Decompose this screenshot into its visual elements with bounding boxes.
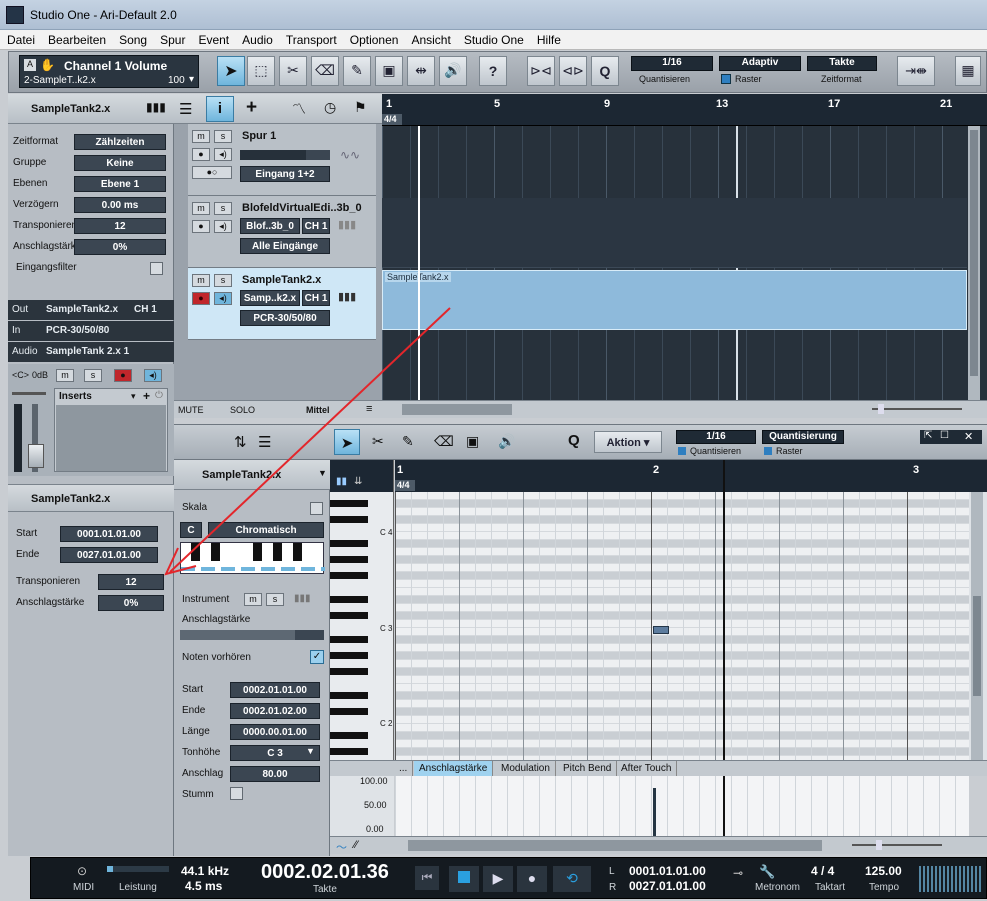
wrench-icon[interactable]: 🔧 [759, 864, 775, 880]
position-label: Takte [313, 884, 337, 895]
record-button[interactable]: ● [517, 866, 547, 892]
stop-button[interactable] [449, 866, 479, 892]
loop-left-label: L [609, 866, 615, 877]
annotation-arrow [164, 307, 451, 576]
latency: 4.5 ms [185, 879, 223, 893]
loop-right-label: R [609, 882, 617, 893]
loop-button[interactable]: ⟲ [553, 866, 591, 892]
rewind-button[interactable]: ⏮ [415, 866, 439, 890]
loop-left[interactable]: 0001.01.01.00 [629, 864, 706, 878]
position-display[interactable]: 0002.02.01.36 [261, 861, 389, 884]
output-meter [919, 866, 983, 892]
time-signature-label: Taktart [815, 882, 846, 893]
midi-icon: ⊙ [77, 864, 88, 878]
performance-label: Leistung [119, 882, 157, 893]
time-signature[interactable]: 4 / 4 [811, 864, 834, 878]
tempo[interactable]: 125.00 [865, 864, 902, 878]
tempo-label: Tempo [869, 882, 900, 893]
play-button[interactable]: ▶ [483, 866, 513, 892]
loop-right[interactable]: 0027.01.01.00 [629, 879, 706, 893]
metronome-icon[interactable]: ⊸ [733, 866, 743, 880]
transport-bar: ⊙ MIDI Leistung 44.1 kHz 4.5 ms 0002.02.… [30, 857, 987, 899]
metronome-label: Metronom [755, 882, 801, 893]
midi-label: MIDI [73, 882, 95, 893]
performance-meter [107, 866, 169, 872]
sample-rate: 44.1 kHz [181, 864, 230, 878]
